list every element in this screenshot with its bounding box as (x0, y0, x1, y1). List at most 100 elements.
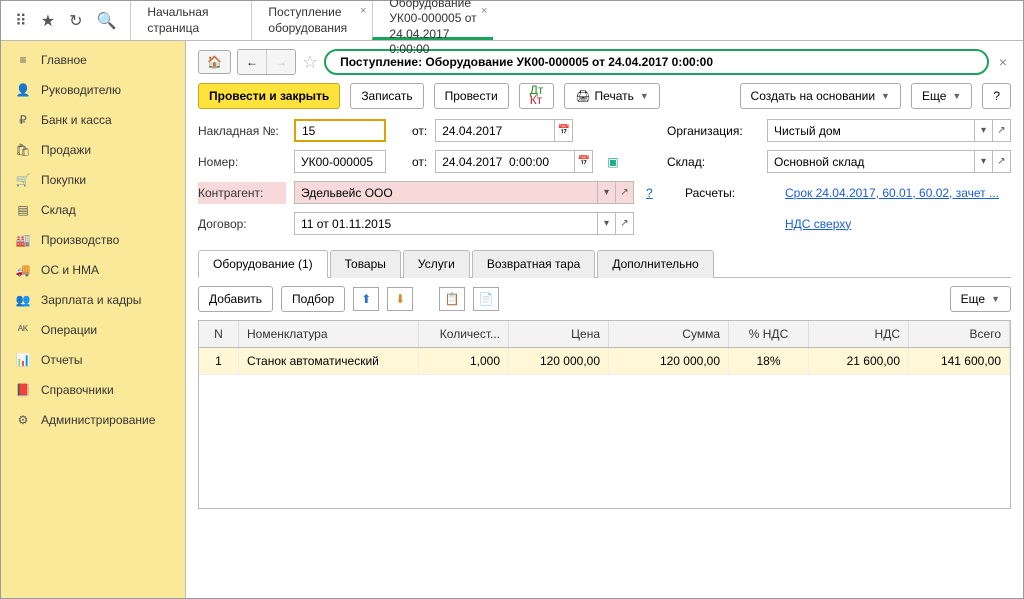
col-n[interactable]: N (199, 321, 239, 347)
sidebar-item-admin[interactable]: ⚙Администрирование (1, 405, 185, 435)
organization-input[interactable] (767, 119, 975, 142)
calendar-icon[interactable]: 📅 (575, 150, 593, 173)
more-button[interactable]: Еще▼ (911, 83, 972, 109)
sidebar-item-production[interactable]: 🏭Производство (1, 225, 185, 255)
cell-vat: 21 600,00 (809, 348, 909, 374)
sidebar-item-operations[interactable]: ᴬᴷОперации (1, 315, 185, 345)
pick-button[interactable]: Подбор (281, 286, 345, 312)
from-label: от: (412, 155, 427, 169)
contract-input[interactable] (294, 212, 598, 235)
number-datetime-input[interactable] (435, 150, 575, 173)
sidebar-item-label: Зарплата и кадры (41, 293, 141, 307)
tab-receipts[interactable]: Поступление оборудования × (251, 1, 372, 40)
dtkt-button[interactable]: ДтКт (519, 83, 555, 109)
col-price[interactable]: Цена (509, 321, 609, 347)
save-button[interactable]: Записать (350, 83, 423, 109)
col-sum[interactable]: Сумма (609, 321, 729, 347)
sidebar-item-label: Руководителю (41, 83, 121, 97)
sidebar-item-assets[interactable]: 🚚ОС и НМА (1, 255, 185, 285)
sidebar-item-payroll[interactable]: 👥Зарплата и кадры (1, 285, 185, 315)
cell-quantity: 1,000 (419, 348, 509, 374)
back-button[interactable]: ← (238, 50, 267, 74)
post-button[interactable]: Провести (434, 83, 509, 109)
chevron-down-icon[interactable]: ▾ (598, 181, 616, 204)
settlements-link[interactable]: Срок 24.04.2017, 60.01, 60.02, зачет ... (785, 186, 1011, 200)
col-vat[interactable]: НДС (809, 321, 909, 347)
close-icon[interactable]: × (481, 5, 487, 17)
cell-vat-percent: 18% (729, 348, 809, 374)
add-row-button[interactable]: Добавить (198, 286, 273, 312)
sidebar-item-label: Банк и касса (41, 113, 112, 127)
counterparty-input[interactable] (294, 181, 598, 204)
open-icon[interactable]: ↗ (616, 181, 634, 204)
number-label: Номер: (198, 155, 286, 169)
book-icon: 📕 (15, 383, 31, 397)
open-icon[interactable]: ↗ (616, 212, 634, 235)
close-document-button[interactable]: × (995, 54, 1011, 70)
sidebar-item-catalogs[interactable]: 📕Справочники (1, 375, 185, 405)
move-up-button[interactable]: ⬆ (353, 287, 379, 311)
move-down-button[interactable]: ⬇ (387, 287, 413, 311)
bag-icon: 🛍 (15, 143, 31, 157)
col-vat-percent[interactable]: % НДС (729, 321, 809, 347)
chevron-down-icon[interactable]: ▾ (975, 150, 993, 173)
paste-button[interactable]: 📄 (473, 287, 499, 311)
apps-icon[interactable]: ⠿ (15, 11, 27, 31)
tab-document[interactable]: Поступление: Оборудование УК00-000005 от… (372, 1, 493, 40)
vat-mode-link[interactable]: НДС сверху (785, 217, 1011, 231)
factory-icon: 🏭 (15, 233, 31, 247)
search-icon[interactable]: 🔍 (96, 11, 116, 31)
home-button[interactable]: 🏠 (198, 50, 231, 74)
cell-n: 1 (199, 348, 239, 374)
settlements-label: Расчеты: (685, 186, 777, 200)
col-quantity[interactable]: Количест... (419, 321, 509, 347)
counterparty-label: Контрагент: (198, 182, 286, 204)
sidebar-item-label: Администрирование (41, 413, 155, 427)
sidebar-item-warehouse[interactable]: ▤Склад (1, 195, 185, 225)
tab-additional[interactable]: Дополнительно (597, 250, 713, 278)
invoice-date-input[interactable] (435, 119, 555, 142)
tab-equipment[interactable]: Оборудование (1) (198, 250, 328, 278)
tab-home[interactable]: Начальная страница (130, 1, 251, 40)
create-based-button[interactable]: Создать на основании▼ (740, 83, 901, 109)
posted-icon: ▣ (607, 155, 618, 169)
organization-label: Организация: (667, 124, 759, 138)
table-row[interactable]: 1 Станок автоматический 1,000 120 000,00… (199, 348, 1010, 375)
open-icon[interactable]: ↗ (993, 150, 1011, 173)
grid-more-button[interactable]: Еще▼ (950, 286, 1011, 312)
warehouse-input[interactable] (767, 150, 975, 173)
copy-button[interactable]: 📋 (439, 287, 465, 311)
open-icon[interactable]: ↗ (993, 119, 1011, 142)
equipment-grid: N Номенклатура Количест... Цена Сумма % … (198, 320, 1011, 509)
chevron-down-icon[interactable]: ▾ (598, 212, 616, 235)
history-icon[interactable]: ↻ (69, 11, 82, 31)
chart-icon: 📊 (15, 353, 31, 367)
favorite-star-icon[interactable]: ☆ (302, 52, 318, 73)
help-button[interactable]: ? (982, 83, 1011, 109)
chevron-down-icon[interactable]: ▾ (975, 119, 993, 142)
number-input[interactable] (294, 150, 386, 173)
star-icon[interactable]: ★ (41, 11, 55, 31)
tab-services[interactable]: Услуги (403, 250, 470, 278)
close-icon[interactable]: × (360, 5, 366, 17)
contract-label: Договор: (198, 217, 286, 231)
invoice-no-input[interactable] (294, 119, 386, 142)
menu-icon: ≡ (15, 53, 31, 67)
post-and-close-button[interactable]: Провести и закрыть (198, 83, 340, 109)
sidebar-item-reports[interactable]: 📊Отчеты (1, 345, 185, 375)
print-button[interactable]: 🖨Печать▼ (564, 83, 659, 109)
col-total[interactable]: Всего (909, 321, 1010, 347)
sidebar-item-sales[interactable]: 🛍Продажи (1, 135, 185, 165)
sidebar-item-bank[interactable]: ₽Банк и касса (1, 105, 185, 135)
sidebar-item-main[interactable]: ≡Главное (1, 45, 185, 75)
tab-returnable[interactable]: Возвратная тара (472, 250, 596, 278)
dtkt-icon: ᴬᴷ (15, 323, 31, 337)
sidebar-item-manager[interactable]: 👤 Руководителю (1, 75, 185, 105)
person-icon: 👤 (15, 83, 31, 97)
col-nomenclature[interactable]: Номенклатура (239, 321, 419, 347)
forward-button[interactable]: → (267, 50, 295, 74)
tab-goods[interactable]: Товары (330, 250, 401, 278)
calendar-icon[interactable]: 📅 (555, 119, 573, 142)
counterparty-help-link[interactable]: ? (646, 186, 653, 200)
sidebar-item-purchases[interactable]: 🛒Покупки (1, 165, 185, 195)
